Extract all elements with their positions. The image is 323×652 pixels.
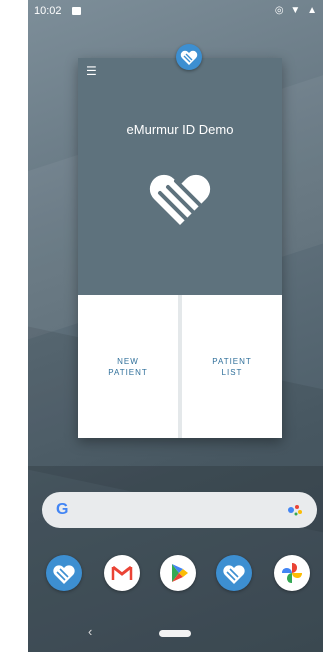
google-assistant-icon[interactable] xyxy=(287,503,303,517)
phone-screen: 10:02 ◎ ▼ ▲ ☰ eMurmur ID Demo NEW PATIEN… xyxy=(28,0,323,652)
home-pill-icon[interactable] xyxy=(159,630,191,637)
emurmur-app-icon[interactable] xyxy=(216,555,252,591)
google-icon: G xyxy=(56,501,69,518)
card-buttons: NEW PATIENT PATIENT LIST xyxy=(78,295,282,438)
emurmur-app-icon[interactable] xyxy=(46,555,82,591)
recent-app-card[interactable]: ☰ eMurmur ID Demo NEW PATIENT PATIENT LI… xyxy=(78,58,282,438)
new-patient-button[interactable]: NEW PATIENT xyxy=(78,295,178,438)
app-dock xyxy=(28,555,323,595)
photos-icon[interactable] xyxy=(274,555,310,591)
google-search-bar[interactable]: G xyxy=(42,492,317,528)
status-bar: 10:02 ◎ ▼ ▲ xyxy=(28,0,323,24)
notification-icon xyxy=(72,7,81,15)
play-store-icon[interactable] xyxy=(160,555,196,591)
emurmur-app-icon[interactable] xyxy=(176,44,202,70)
gmail-icon[interactable] xyxy=(104,555,140,591)
heart-logo-icon xyxy=(149,174,211,225)
back-icon[interactable]: ‹ xyxy=(88,624,92,639)
status-icons: ◎ ▼ ▲ xyxy=(274,5,319,16)
patient-list-button[interactable]: PATIENT LIST xyxy=(182,295,282,438)
app-title: eMurmur ID Demo xyxy=(126,122,234,137)
menu-icon[interactable]: ☰ xyxy=(86,64,97,78)
navigation-bar: ‹ xyxy=(28,610,323,652)
status-time: 10:02 xyxy=(34,5,62,17)
